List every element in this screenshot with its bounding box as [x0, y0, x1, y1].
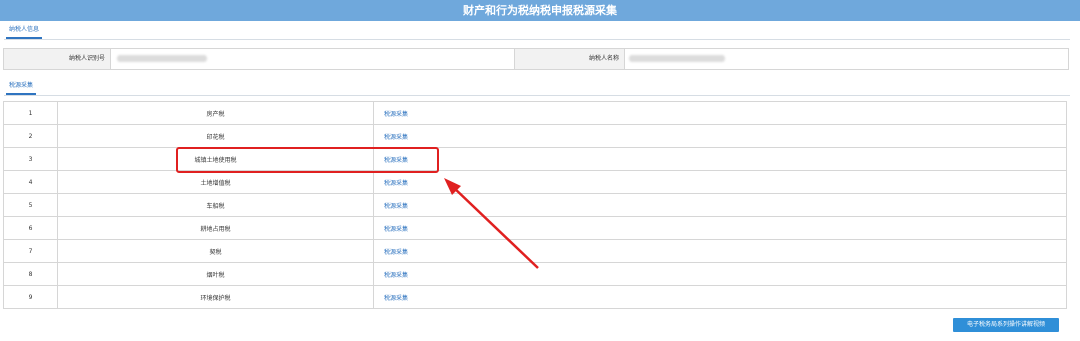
guide-video-button[interactable]: 电子税务局系列操作讲解视频	[953, 318, 1059, 332]
annotation-arrow-icon	[444, 178, 539, 269]
